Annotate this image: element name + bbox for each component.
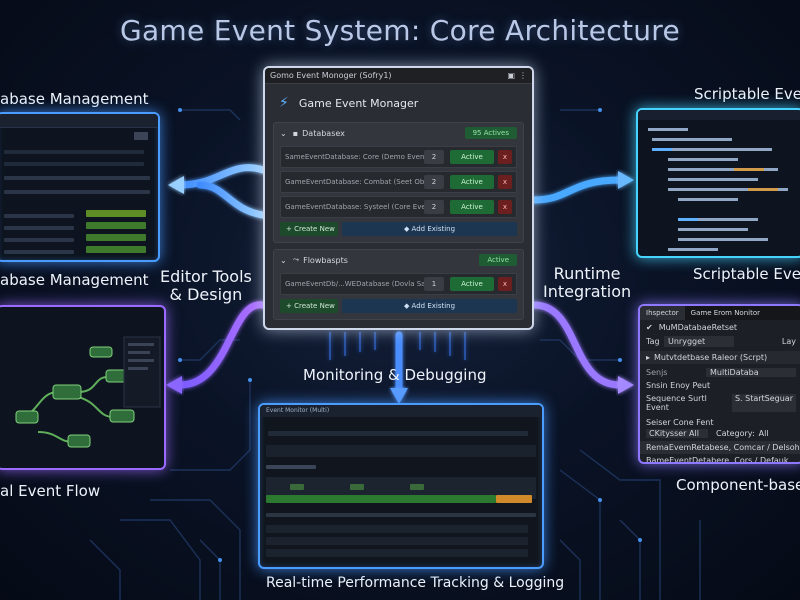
flowgraphs-section: ⌄ ⤳ Flowbaspts Active GameEventDb/...WED… <box>273 249 524 320</box>
component-arrow-icon[interactable]: ▸ <box>646 353 650 362</box>
add-existing-button[interactable]: ◆ Add Existing <box>342 299 517 313</box>
event-list-item[interactable]: RemaEvemRetabese, Comcar / Delsoh <box>640 441 800 454</box>
remove-icon[interactable]: x <box>498 175 512 189</box>
label-performance-tracking: Real-time Performance Tracking & Logging <box>266 575 565 591</box>
active-toggle[interactable]: Active <box>450 200 494 214</box>
folder-icon: ▪ <box>292 128 299 138</box>
checkbox-icon[interactable]: ✔ <box>646 323 653 332</box>
event-list-item[interactable]: BameEventDetabere, Cors / Defauk <box>640 454 800 462</box>
script-field[interactable]: MultiDataba <box>706 368 796 377</box>
select-event-label: Seiser Cone Fent <box>646 418 714 427</box>
warning-bar <box>496 495 532 503</box>
tab-event-monitor[interactable]: Game Erom Nonitor <box>685 309 766 317</box>
lock-icon[interactable]: ▣ <box>507 71 515 80</box>
layer-label: Lay <box>781 337 796 346</box>
label-database-management-top: abase Management <box>0 90 149 108</box>
flow-graph <box>15 336 161 448</box>
arrow-to-scriptable <box>530 176 624 204</box>
visual-event-flow-panel <box>0 305 166 470</box>
chevron-down-icon[interactable]: ⌄ <box>280 256 287 265</box>
label-component-based: Component-based <box>676 476 800 494</box>
remove-icon[interactable]: x <box>498 150 512 164</box>
menu-icon[interactable]: ⋮ <box>519 71 527 80</box>
remove-icon[interactable]: x <box>498 277 512 291</box>
arrow-to-database <box>176 164 267 189</box>
section-title: Flowbaspts <box>303 255 348 265</box>
monitor-title: Event Monitor (Multi) <box>260 405 542 417</box>
inspector-panel: Ihspector Game Erom Nonitor ✔ MuMDatabae… <box>638 304 800 464</box>
script-label: Senjs <box>646 368 668 377</box>
database-management-panel <box>0 112 160 262</box>
label-runtime-integration: Runtime Integration <box>543 264 632 301</box>
label-monitoring-debugging: Monitoring & Debugging <box>303 366 487 384</box>
section-title: Databasex <box>302 128 345 138</box>
event-monitor-panel: Event Monitor (Multi) <box>258 403 544 569</box>
category-value[interactable]: All <box>759 429 769 438</box>
tag-dropdown[interactable]: Unrygget <box>664 336 734 347</box>
scriptable-event-code-panel <box>636 108 800 258</box>
flowgraph-row[interactable]: GameEventDb/...WEDatabase (Dovla Saue 11… <box>280 273 517 295</box>
active-toggle[interactable]: Active <box>450 175 494 189</box>
active-toggle[interactable]: Active <box>450 150 494 164</box>
window-heading: Game Event Monager <box>298 96 419 110</box>
status-badge: 95 Actives <box>464 127 517 139</box>
remove-icon[interactable]: x <box>498 200 512 214</box>
event-label: Snsin Enoy Peut <box>646 381 711 390</box>
active-toggle[interactable]: Active <box>450 277 494 291</box>
tab-inspector[interactable]: Ihspector <box>640 306 685 320</box>
page-title: Game Event System: Core Architecture <box>119 14 681 47</box>
category-label: Category: <box>716 429 755 438</box>
chevron-down-icon[interactable]: ⌄ <box>280 129 287 138</box>
label-database-management-mid: abase Management <box>0 271 149 289</box>
status-badge: Active <box>479 254 517 266</box>
label-scriptable-event-top: Scriptable Event <box>694 85 800 103</box>
code-lines <box>648 128 788 251</box>
tag-label: Tag <box>646 337 660 346</box>
component-title: Mutvtdetbase Raleor (Scrpt) <box>654 353 768 362</box>
label-editor-tools: Editor Tools & Design <box>160 267 252 304</box>
database-row[interactable]: GameEventDatabase: Systeel (Core Event D… <box>280 196 517 218</box>
filter-dropdown[interactable]: CKitysser All <box>646 429 708 438</box>
databases-section: ⌄ ▪ Databasex 95 Actives SameEventDataba… <box>273 122 524 243</box>
arrow-to-flow <box>176 301 267 389</box>
database-row[interactable]: GameEventDatabase: Combat (Seet Ob/... 2… <box>280 171 517 193</box>
object-name: MuMDatabaeRetset <box>658 323 738 332</box>
game-event-manager-window: Gomo Event Monoger (Sofry1) ▣ ⋮ ⚡ Game E… <box>263 66 534 330</box>
label-visual-event-flow: al Event Flow <box>0 482 101 500</box>
window-title: Gomo Event Monoger (Sofry1) <box>270 71 392 80</box>
database-row[interactable]: SameEventDatabase: Core (Demo Event Deat… <box>280 146 517 168</box>
label-scriptable-event-mid: Scriptable Event <box>693 265 800 283</box>
flow-icon: ⤳ <box>292 255 300 264</box>
performance-bar <box>266 495 496 503</box>
create-new-button[interactable]: + Create New <box>280 222 338 236</box>
window-titlebar: Gomo Event Monoger (Sofry1) ▣ ⋮ <box>265 68 532 84</box>
start-sequence-field[interactable]: S. StartSeguar <box>731 394 796 412</box>
arrow-to-component <box>530 301 624 389</box>
sequence-label: Sequence Surtl Event <box>646 394 707 412</box>
add-existing-button[interactable]: ◆ Add Existing <box>342 222 517 236</box>
lightning-icon: ⚡ <box>279 95 289 111</box>
create-new-button[interactable]: + Create New <box>280 299 338 313</box>
